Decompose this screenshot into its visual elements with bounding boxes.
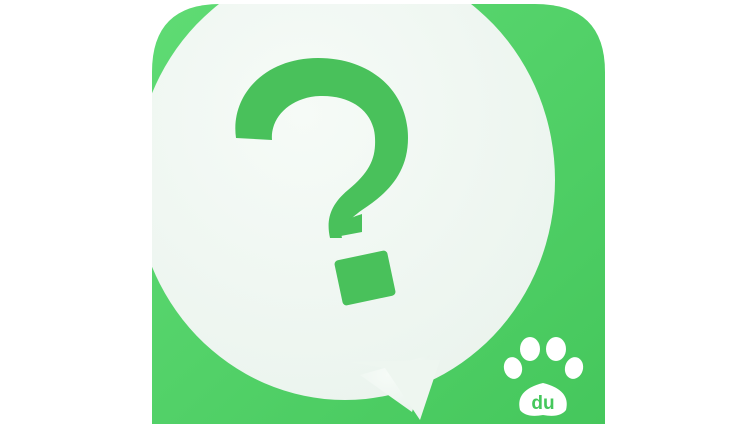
app-icon-stage: du bbox=[0, 0, 754, 424]
baidu-du-text: du bbox=[531, 393, 554, 414]
question-bubble-app-icon[interactable]: du bbox=[0, 0, 754, 424]
icon-tile bbox=[152, 4, 605, 424]
